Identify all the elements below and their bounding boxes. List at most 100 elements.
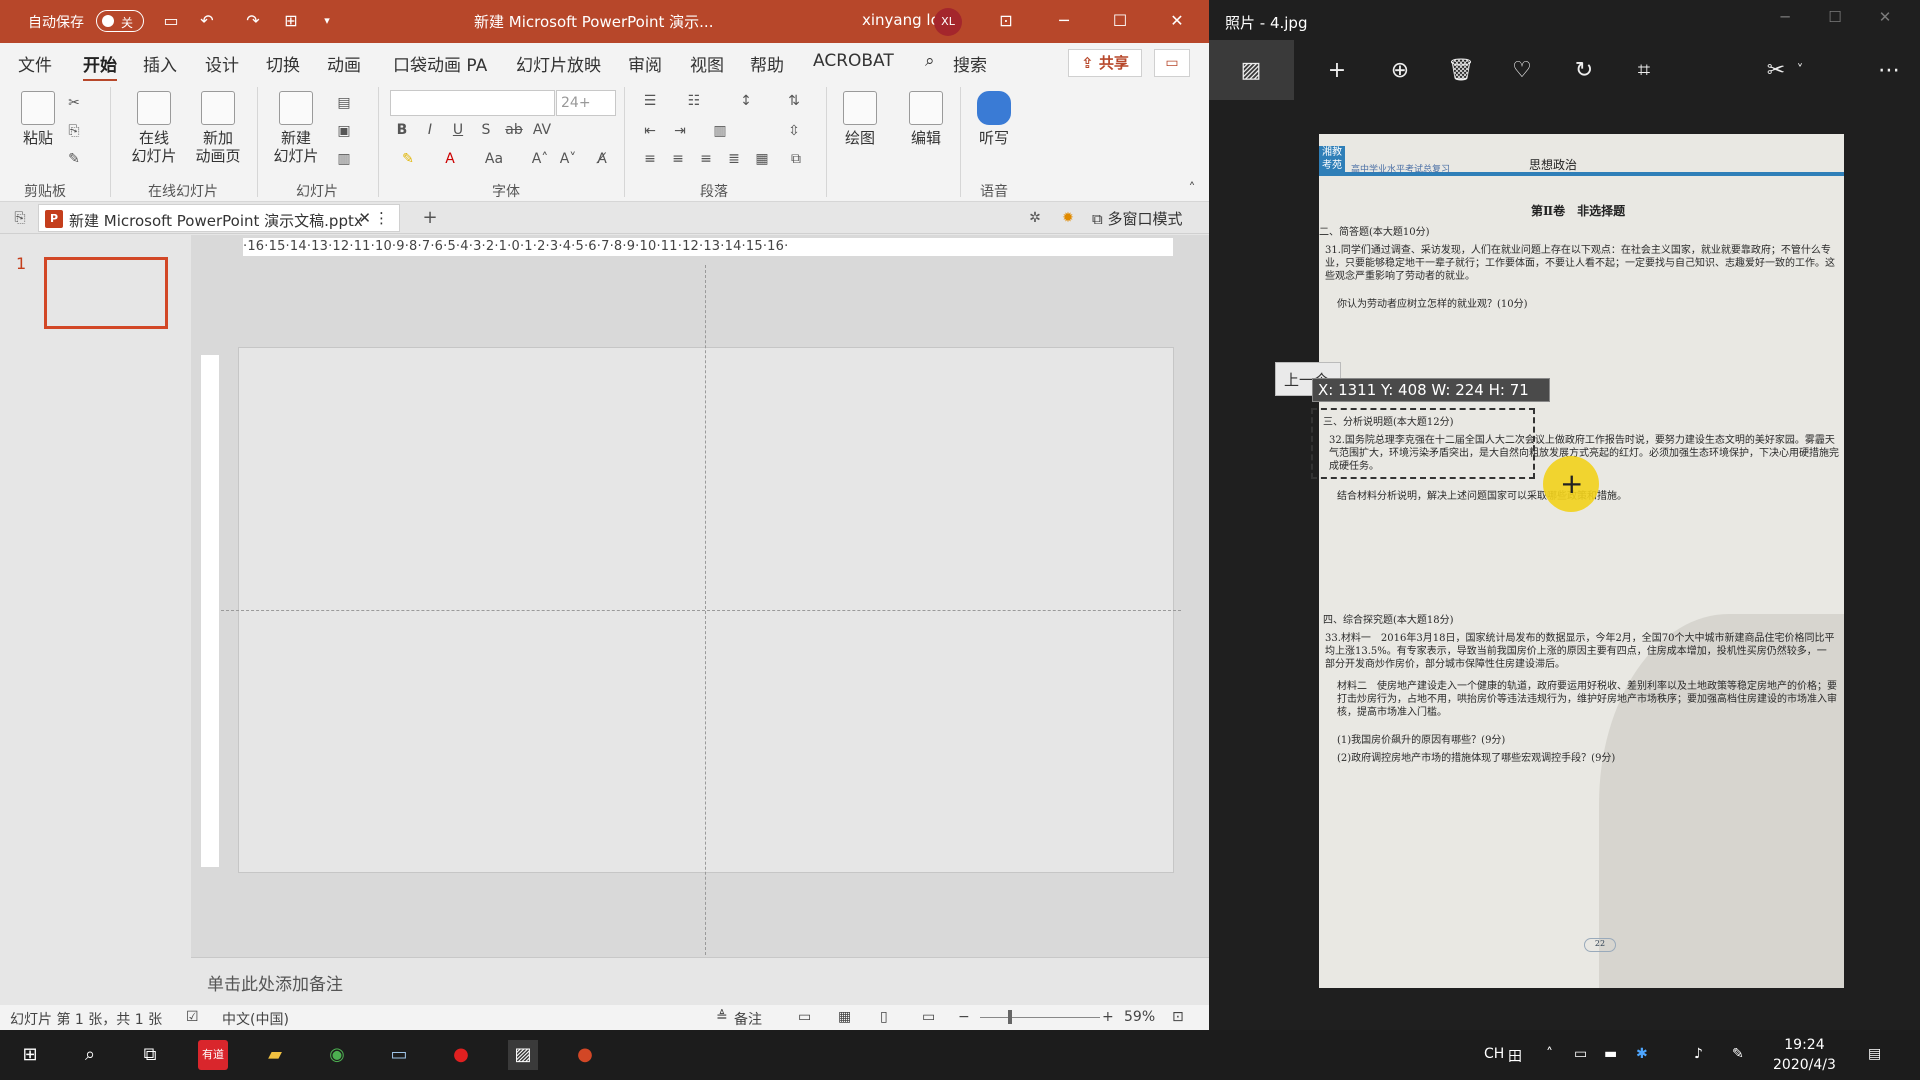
zoom-slider-thumb[interactable] bbox=[1008, 1010, 1012, 1024]
decrease-indent-icon[interactable]: ⇤ bbox=[640, 123, 660, 139]
tab-help[interactable]: 帮助 bbox=[750, 51, 784, 76]
app-window-icon[interactable]: ▭ bbox=[384, 1040, 414, 1070]
bold-icon[interactable]: B bbox=[392, 122, 412, 138]
youdao-icon[interactable]: 有道 bbox=[198, 1040, 228, 1070]
start-icon[interactable]: ⊞ bbox=[15, 1040, 45, 1070]
language[interactable]: 中文(中国) bbox=[222, 1009, 289, 1029]
reading-view-icon[interactable]: ▯ bbox=[880, 1009, 888, 1025]
font-color-icon[interactable]: A bbox=[440, 151, 460, 167]
cut-icon[interactable]: ✂ bbox=[64, 95, 84, 111]
present-icon[interactable]: ⊞ bbox=[280, 11, 302, 31]
tab-view[interactable]: 视图 bbox=[690, 51, 724, 76]
font-name-input[interactable] bbox=[390, 90, 555, 116]
close-tab-icon[interactable]: ✕ bbox=[358, 209, 371, 227]
volume-icon[interactable]: ♪ bbox=[1694, 1046, 1703, 1062]
tab-search[interactable]: 搜索 bbox=[953, 51, 987, 76]
numbering-icon[interactable]: ☷ bbox=[684, 93, 704, 109]
avatar[interactable]: XL bbox=[934, 8, 962, 36]
tab-file[interactable]: 文件 bbox=[18, 51, 52, 76]
battery-icon[interactable]: ▬ bbox=[1604, 1046, 1617, 1062]
line-spacing-icon[interactable]: ↕ bbox=[736, 93, 756, 109]
text-direction-icon[interactable]: ⇳ bbox=[784, 123, 804, 139]
normal-view-icon[interactable]: ▭ bbox=[798, 1009, 811, 1025]
copy-icon[interactable]: ⎘ bbox=[64, 123, 84, 139]
align-center-icon[interactable]: ≡ bbox=[668, 151, 688, 167]
powerpoint-app-icon[interactable]: ● bbox=[570, 1040, 600, 1070]
grow-font-icon[interactable]: A˄ bbox=[530, 151, 550, 167]
dictate-button[interactable]: 听写 bbox=[972, 91, 1016, 147]
plugin-icon[interactable]: ✲ bbox=[1025, 210, 1045, 226]
tab-pocket-animation[interactable]: 口袋动画 PA bbox=[393, 51, 487, 76]
share-button[interactable]: ⇪ 共享 bbox=[1068, 49, 1142, 77]
paste-button[interactable]: 粘贴 bbox=[18, 91, 58, 147]
fit-slide-icon[interactable]: ⊡ bbox=[1172, 1009, 1184, 1025]
delete-icon[interactable]: 🗑 bbox=[1446, 56, 1476, 86]
notifications-icon[interactable]: ▤ bbox=[1868, 1046, 1881, 1062]
justify-icon[interactable]: ≣ bbox=[724, 151, 744, 167]
highlight-icon[interactable]: ✎ bbox=[398, 151, 418, 167]
chrome-icon[interactable]: ◉ bbox=[322, 1040, 352, 1070]
document-tab[interactable]: P 新建 Microsoft PowerPoint 演示文稿.pptx ✕ ⋮ bbox=[38, 204, 400, 232]
close-icon[interactable]: ✕ bbox=[1155, 6, 1199, 36]
photos-maximize-icon[interactable]: ☐ bbox=[1815, 8, 1855, 32]
slide-thumbnail[interactable] bbox=[44, 257, 168, 329]
slideshow-icon[interactable]: ▭ bbox=[922, 1009, 935, 1025]
chevron-down-icon[interactable]: ˅ bbox=[1785, 56, 1815, 86]
font-size-input[interactable]: 24+ bbox=[556, 90, 616, 116]
photo-image[interactable]: 湘教考苑 高中学业水平考试总复习 思想政治 第Ⅱ卷 非选择题 二、简答题(本大题… bbox=[1319, 134, 1844, 988]
redo-icon[interactable]: ↷ bbox=[242, 11, 264, 31]
tab-design[interactable]: 设计 bbox=[205, 51, 239, 76]
tab-slideshow[interactable]: 幻灯片放映 bbox=[516, 51, 601, 76]
draw-button[interactable]: 绘图 bbox=[838, 91, 882, 147]
tray-chevron-icon[interactable]: ˄ bbox=[1546, 1046, 1553, 1062]
favorite-icon[interactable]: ♡ bbox=[1507, 56, 1537, 86]
online-slides-button[interactable]: 在线 幻灯片 bbox=[128, 91, 180, 165]
crop-icon[interactable]: ⌗ bbox=[1629, 56, 1659, 86]
comments-icon[interactable]: ▭ bbox=[1154, 49, 1190, 77]
underline-icon[interactable]: U bbox=[448, 122, 468, 138]
sort-icon[interactable]: ⇅ bbox=[784, 93, 804, 109]
tab-home[interactable]: 开始 bbox=[83, 51, 117, 82]
align-left-icon[interactable]: ≡ bbox=[640, 151, 660, 167]
increase-indent-icon[interactable]: ⇥ bbox=[670, 123, 690, 139]
minimize-icon[interactable]: ─ bbox=[1042, 6, 1086, 36]
pen-icon[interactable]: ✎ bbox=[1732, 1046, 1744, 1062]
task-view-icon[interactable]: ⧉ bbox=[135, 1040, 165, 1070]
more-icon[interactable]: ⋯ bbox=[1874, 56, 1904, 86]
zoom-out-icon[interactable]: − bbox=[958, 1009, 970, 1025]
tab-review[interactable]: 审阅 bbox=[628, 51, 662, 76]
zoom-level[interactable]: 59% bbox=[1124, 1009, 1155, 1025]
ime-indicator[interactable]: CH bbox=[1484, 1046, 1504, 1062]
columns-icon[interactable]: ▥ bbox=[710, 123, 730, 139]
char-spacing-icon[interactable]: AV bbox=[532, 122, 552, 138]
section-icon[interactable]: ▥ bbox=[334, 151, 354, 167]
keyboard-icon[interactable]: 田 bbox=[1508, 1046, 1522, 1066]
search-icon[interactable]: ⌕ bbox=[925, 51, 935, 71]
undo-icon[interactable]: ↶ bbox=[196, 11, 218, 31]
tab-animations[interactable]: 动画 bbox=[327, 51, 361, 76]
see-all-photos-button[interactable]: ▨ bbox=[1209, 40, 1294, 100]
smartart-icon[interactable]: ⧉ bbox=[786, 151, 806, 167]
notes-toggle-icon[interactable]: ≜ bbox=[716, 1009, 728, 1025]
tab-acrobat[interactable]: ACROBAT bbox=[813, 51, 894, 71]
bluetooth-icon[interactable]: ✱ bbox=[1636, 1046, 1648, 1062]
zoom-icon[interactable]: ⊕ bbox=[1385, 56, 1415, 86]
network-icon[interactable]: ▭ bbox=[1574, 1046, 1587, 1062]
clock[interactable]: 19:24 2020/4/3 bbox=[1773, 1035, 1836, 1075]
new-animation-page-button[interactable]: 新加 动画页 bbox=[190, 91, 246, 165]
add-icon[interactable]: + bbox=[1322, 56, 1352, 86]
horizontal-guide[interactable] bbox=[221, 610, 1181, 611]
collapse-ribbon-icon[interactable]: ˄ bbox=[1182, 181, 1202, 197]
strikethrough-icon[interactable]: ab bbox=[504, 122, 524, 138]
settings-icon[interactable]: ✹ bbox=[1058, 210, 1078, 226]
shrink-font-icon[interactable]: A˅ bbox=[558, 151, 578, 167]
maximize-icon[interactable]: ☐ bbox=[1098, 6, 1142, 36]
ribbon-display-icon[interactable]: ⊡ bbox=[984, 6, 1028, 36]
bullets-icon[interactable]: ☰ bbox=[640, 93, 660, 109]
tab-menu-icon[interactable]: ⋮ bbox=[374, 209, 389, 227]
reset-icon[interactable]: ▣ bbox=[334, 123, 354, 139]
capture-selection[interactable] bbox=[1311, 408, 1535, 479]
change-case-icon[interactable]: Aa bbox=[484, 151, 504, 167]
spellcheck-icon[interactable]: ☑ bbox=[186, 1009, 199, 1025]
photos-app-icon[interactable]: ▨ bbox=[508, 1040, 538, 1070]
